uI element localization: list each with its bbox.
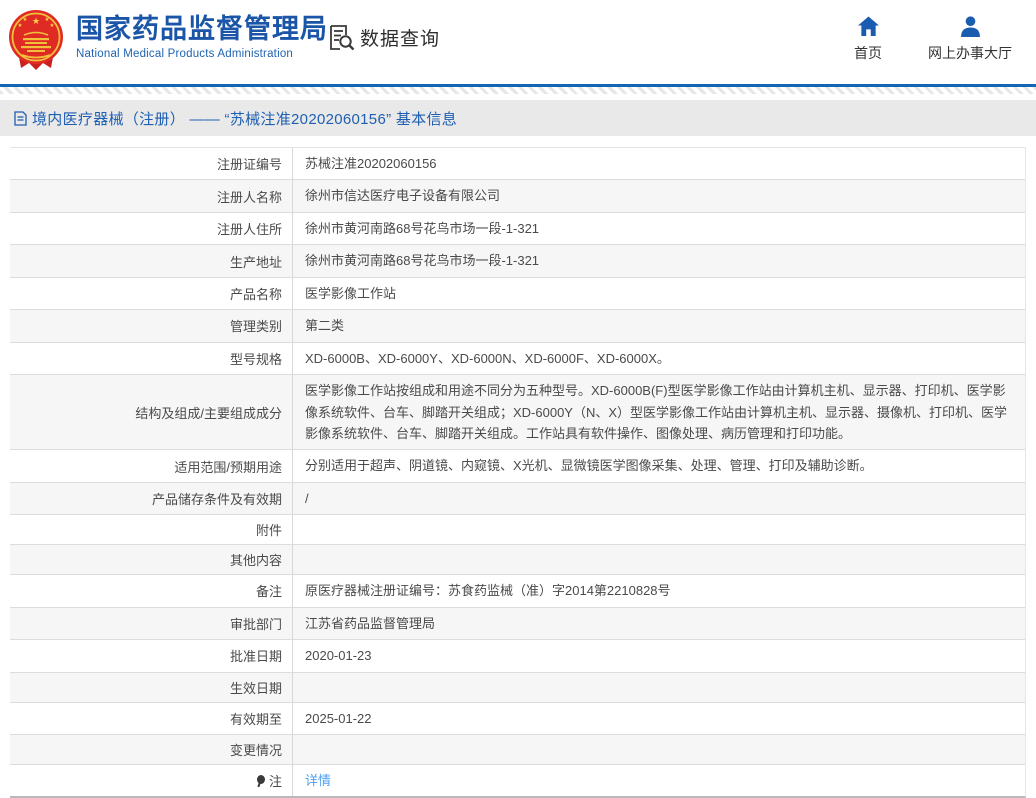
row-label: 型号规格 xyxy=(10,342,293,375)
nav-service-hall-label: 网上办事大厅 xyxy=(928,45,1012,61)
site-subtitle: National Medical Products Administration xyxy=(76,48,294,61)
row-label: 其他内容 xyxy=(10,545,293,575)
row-label: 注册人名称 xyxy=(10,180,293,212)
table-row: 注册人住所 徐州市黄河南路68号花鸟市场一段-1-321 xyxy=(10,211,1025,245)
table-row: 生效日期 xyxy=(10,671,1025,702)
nav-home-label: 首页 xyxy=(854,45,882,61)
row-value: 徐州市黄河南路68号花鸟市场一段-1-321 xyxy=(305,220,540,236)
row-label: 审批部门 xyxy=(10,607,293,640)
home-icon xyxy=(857,16,879,37)
nav-service-hall[interactable]: 网上办事大厅 xyxy=(928,16,1012,63)
table-row: 注册证编号 苏械注准20202060156 xyxy=(10,148,1025,180)
row-label: 生产地址 xyxy=(10,245,293,277)
row-label: 附件 xyxy=(10,515,293,545)
row-value xyxy=(293,555,1025,565)
row-value: XD-6000B、XD-6000Y、XD-6000N、XD-6000F、XD-6… xyxy=(305,350,670,366)
data-query-label: 数据查询 xyxy=(360,29,441,50)
table-row: 备注 原医疗器械注册证编号：苏食药监械（准）字2014第2210828号 xyxy=(10,574,1025,607)
row-label: 注 xyxy=(10,765,293,797)
site-title: 国家药品监督管理局 xyxy=(76,14,328,44)
row-label: 产品名称 xyxy=(10,277,293,310)
logo-text: 国家药品监督管理局 National Medical Products Admi… xyxy=(76,8,328,60)
row-value: 徐州市信达医疗电子设备有限公司 xyxy=(305,188,501,204)
row-value: 详情 xyxy=(293,765,1025,796)
row-value xyxy=(293,745,1025,755)
row-label: 生效日期 xyxy=(10,672,293,702)
page-header: ★ ★ ★ ★ ★ 国家药品监督管理局 National Medical Pro… xyxy=(0,0,1036,84)
table-row: 产品名称 医学影像工作站 xyxy=(10,276,1025,310)
balloon-note-icon xyxy=(256,774,266,787)
nav-home[interactable]: 首页 xyxy=(842,16,894,63)
table-row: 生产地址 徐州市黄河南路68号花鸟市场一段-1-321 xyxy=(10,244,1025,277)
table-row: 管理类别 第二类 xyxy=(10,309,1025,342)
table-row: 其他内容 xyxy=(10,544,1025,575)
svg-text:★: ★ xyxy=(50,23,55,29)
table-row: 附件 xyxy=(10,514,1025,545)
data-query-button[interactable]: 数据查询 xyxy=(328,24,440,51)
row-label: 变更情况 xyxy=(10,735,293,764)
row-label: 适用范围/预期用途 xyxy=(10,450,293,482)
breadcrumb: 境内医疗器械（注册） —— “苏械注准20202060156” 基本信息 xyxy=(0,100,1036,136)
breadcrumb-text: 境内医疗器械（注册） —— “苏械注准20202060156” 基本信息 xyxy=(32,110,458,128)
row-label: 管理类别 xyxy=(10,310,293,342)
table-row: 适用范围/预期用途 分别适用于超声、阴道镜、内窥镜、X光机、显微镜医学图像采集、处… xyxy=(10,449,1025,482)
table-row: 批准日期 2020-01-23 xyxy=(10,639,1025,672)
user-icon xyxy=(960,16,980,37)
svg-text:★: ★ xyxy=(23,17,28,23)
row-value: 医学影像工作站 xyxy=(305,285,397,301)
table-row: 变更情况 xyxy=(10,734,1025,764)
row-value: 分别适用于超声、阴道镜、内窥镜、X光机、显微镜医学图像采集、处理、管理、打印及辅… xyxy=(305,458,873,474)
table-row: 注册人名称 徐州市信达医疗电子设备有限公司 xyxy=(10,179,1025,212)
row-label: 结构及组成/主要组成成分 xyxy=(10,375,293,450)
row-label: 批准日期 xyxy=(10,640,293,672)
table-row: 审批部门 江苏省药品监督管理局 xyxy=(10,606,1025,640)
row-label: 备注 xyxy=(10,575,293,607)
row-value: 苏械注准20202060156 xyxy=(305,156,437,171)
table-row: 型号规格 XD-6000B、XD-6000Y、XD-6000N、XD-6000F、… xyxy=(10,341,1025,375)
table-row: 产品储存条件及有效期 / xyxy=(10,481,1025,515)
china-national-emblem-icon: ★ ★ ★ ★ ★ xyxy=(9,10,63,70)
document-search-icon xyxy=(330,25,355,51)
row-value: 第二类 xyxy=(305,318,345,334)
document-icon xyxy=(14,110,27,126)
top-nav: 首页 网上办事大厅 xyxy=(842,16,1012,63)
table-row: 结构及组成/主要组成成分 医学影像工作站按组成和用途不同分为五种型号。XD-600… xyxy=(10,374,1025,450)
info-table: 注册证编号 苏械注准20202060156 注册人名称 徐州市信达医疗电子设备有限公司… xyxy=(10,147,1026,798)
row-value: / xyxy=(305,490,309,506)
svg-text:★: ★ xyxy=(18,23,23,29)
table-row: 注详情 xyxy=(10,764,1025,797)
detail-link[interactable]: 详情 xyxy=(305,773,331,788)
svg-text:★: ★ xyxy=(32,16,40,26)
row-label: 有效期至 xyxy=(10,702,293,734)
row-value: 江苏省药品监督管理局 xyxy=(305,615,436,631)
table-row: 有效期至 2025-01-22 xyxy=(10,701,1025,734)
row-value: 2020-01-23 xyxy=(305,648,372,664)
row-label: 注册人住所 xyxy=(10,212,293,245)
row-value: 2025-01-22 xyxy=(305,710,372,726)
hatch-band xyxy=(0,87,1036,98)
row-label: 产品储存条件及有效期 xyxy=(10,482,293,515)
row-value xyxy=(293,682,1025,692)
row-value: 原医疗器械注册证编号：苏食药监械（准）字2014第2210828号 xyxy=(305,583,671,599)
row-value xyxy=(293,525,1025,535)
row-value: 徐州市黄河南路68号花鸟市场一段-1-321 xyxy=(305,253,540,269)
nmpa-logo[interactable]: ★ ★ ★ ★ ★ 国家药品监督管理局 National Medical Pro… xyxy=(8,8,328,72)
row-label: 注册证编号 xyxy=(10,148,293,180)
row-value: 医学影像工作站按组成和用途不同分为五种型号。XD-6000B(F)型医学影像工作… xyxy=(305,383,1008,441)
